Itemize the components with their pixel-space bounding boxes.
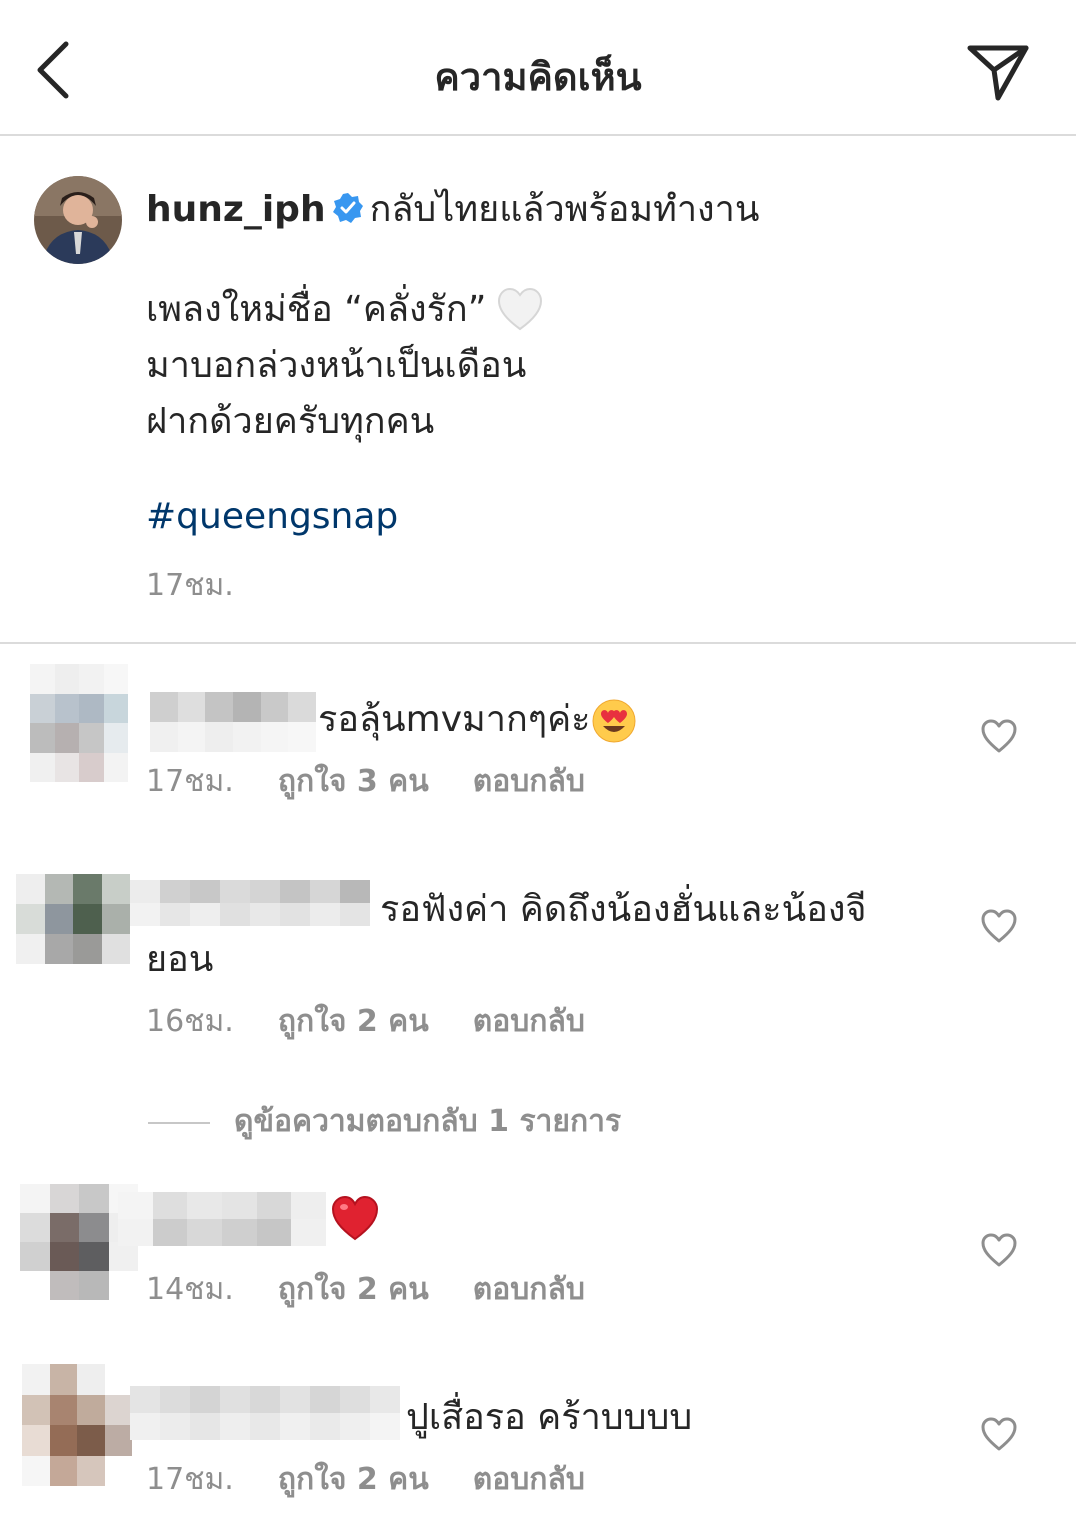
- author-username[interactable]: hunz_iph: [146, 189, 326, 230]
- comment-meta: 14ชม. ถูกใจ 2 คน ตอบกลับ: [146, 1266, 629, 1313]
- commenter-avatar[interactable]: [30, 664, 128, 782]
- heart-eyes-emoji-icon: [592, 699, 635, 743]
- caption-first-line: กลับไทยแล้วพร้อมทำงาน: [369, 189, 760, 230]
- reply-button[interactable]: ตอบกลับ: [473, 1272, 585, 1307]
- red-heart-emoji-icon: [331, 1195, 379, 1241]
- comment-text: รอลุ้นmvมากๆค่ะ: [318, 690, 637, 747]
- page-title: ความคิดเห็น: [434, 55, 642, 99]
- comment-timestamp: 17ชม.: [146, 1462, 234, 1497]
- comment-text: ปูเสื่อรอ คร้าบบบบ: [406, 1397, 693, 1438]
- reply-button[interactable]: ตอบกลับ: [473, 1462, 585, 1497]
- reply-button[interactable]: ตอบกลับ: [473, 764, 585, 799]
- view-replies-label: ดูข้อความตอบกลับ 1 รายการ: [234, 1104, 622, 1139]
- commenter-username-blurred[interactable]: [150, 692, 316, 752]
- paper-plane-icon[interactable]: [966, 42, 1030, 102]
- caption-body: เพลงใหม่ชื่อ “คลั่งรัก” มาบอกล่วงหน้าเป็…: [146, 289, 527, 442]
- comment-text: รอฟังค่า คิดถึงน้องฮั่นและน้องจี: [380, 889, 867, 930]
- comment-timestamp: 16ชม.: [146, 1004, 234, 1039]
- view-replies-line: [148, 1121, 210, 1124]
- white-heart-emoji-icon: [497, 287, 543, 331]
- comment-likes-link[interactable]: ถูกใจ 3 คน: [278, 764, 429, 799]
- comment-likes-link[interactable]: ถูกใจ 2 คน: [278, 1004, 429, 1039]
- commenter-username-blurred[interactable]: [130, 1386, 400, 1440]
- comment-timestamp: 17ชม.: [146, 764, 234, 799]
- comment-timestamp: 14ชม.: [146, 1272, 234, 1307]
- author-avatar[interactable]: [34, 176, 122, 264]
- like-heart-icon[interactable]: [980, 908, 1018, 944]
- commenter-username-blurred[interactable]: [118, 1192, 326, 1246]
- comment-likes-link[interactable]: ถูกใจ 2 คน: [278, 1272, 429, 1307]
- commenter-avatar[interactable]: [16, 874, 130, 964]
- caption-header: hunz_iph กลับไทยแล้วพร้อมทำงาน: [146, 180, 759, 237]
- view-replies-button[interactable]: ดูข้อความตอบกลับ 1 รายการ: [148, 1098, 621, 1145]
- comment-likes-link[interactable]: ถูกใจ 2 คน: [278, 1462, 429, 1497]
- verified-badge-icon: [332, 193, 363, 223]
- comment-meta: 17ชม. ถูกใจ 2 คน ตอบกลับ: [146, 1456, 629, 1503]
- like-heart-icon[interactable]: [980, 1416, 1018, 1452]
- like-heart-icon[interactable]: [980, 718, 1018, 754]
- comment-text-continued: ยอน: [146, 939, 214, 980]
- comment-meta: 16ชม. ถูกใจ 2 คน ตอบกลับ: [146, 998, 629, 1045]
- commenter-avatar[interactable]: [22, 1364, 132, 1486]
- header-bar: ความคิดเห็น: [0, 0, 1076, 136]
- divider: [0, 642, 1076, 644]
- commenter-username-blurred[interactable]: [130, 880, 370, 926]
- comment-text-value: รอลุ้นmvมากๆค่ะ: [318, 699, 591, 740]
- comment-meta: 17ชม. ถูกใจ 3 คน ตอบกลับ: [146, 758, 629, 805]
- caption-timestamp: 17ชม.: [146, 568, 234, 603]
- like-heart-icon[interactable]: [980, 1232, 1018, 1268]
- caption-hashtag[interactable]: #queengsnap: [146, 496, 398, 537]
- reply-button[interactable]: ตอบกลับ: [473, 1004, 585, 1039]
